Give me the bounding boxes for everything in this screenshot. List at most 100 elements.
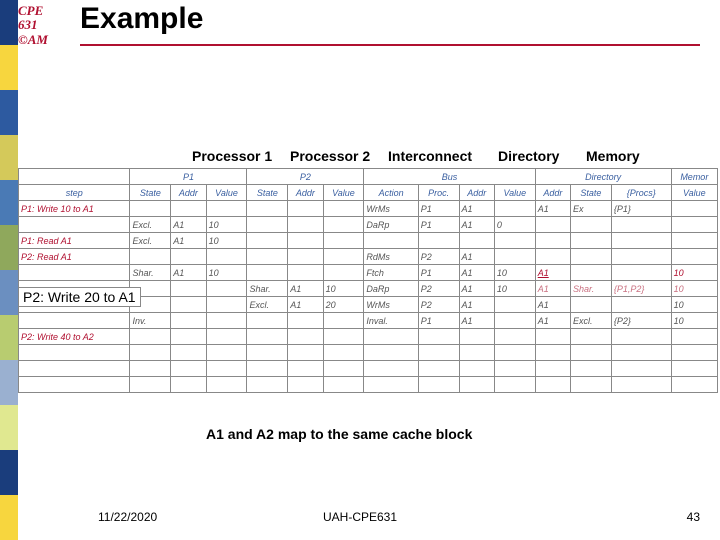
- cell-dstate: [571, 297, 612, 313]
- hdr-dir-procs: {Procs}: [611, 185, 671, 201]
- cell-p2s: [247, 361, 288, 377]
- hdr-dir: Directory: [535, 169, 671, 185]
- cell-baddr: A1: [459, 297, 494, 313]
- cell-p1s: [130, 201, 171, 217]
- cell-p1a: A1: [171, 217, 206, 233]
- cell-dprocs: [611, 377, 671, 393]
- cell-baddr: [459, 361, 494, 377]
- cell-p1s: [130, 329, 171, 345]
- cell-dprocs: [611, 233, 671, 249]
- logo-line2: 631: [18, 18, 48, 32]
- cell-step: P2: Read A1: [19, 249, 130, 265]
- cell-bact: Ftch: [364, 265, 418, 281]
- cell-p2v: 10: [323, 281, 364, 297]
- cell-p1s: [130, 249, 171, 265]
- cell-p2v: [323, 233, 364, 249]
- cell-p2a: [288, 329, 323, 345]
- cell-p2a: A1: [288, 281, 323, 297]
- col-label-p1: Processor 1: [192, 148, 290, 164]
- course-logo: CPE 631 ©AM: [18, 4, 48, 47]
- hdr-p2-value: Value: [323, 185, 364, 201]
- hdr-bus-proc: Proc.: [418, 185, 459, 201]
- title-underline: [80, 44, 700, 46]
- cell-p1a: [171, 377, 206, 393]
- cell-p1v: [206, 361, 247, 377]
- cell-p1a: [171, 313, 206, 329]
- cell-daddr: A1: [535, 297, 570, 313]
- cell-mval: [671, 345, 717, 361]
- cell-step: [19, 217, 130, 233]
- cell-step: [19, 265, 130, 281]
- cell-dprocs: [611, 217, 671, 233]
- cell-bval: 10: [494, 281, 535, 297]
- cell-p2v: [323, 201, 364, 217]
- cell-step: [19, 345, 130, 361]
- hdr-p2-addr: Addr: [288, 185, 323, 201]
- page-title: Example: [80, 2, 203, 36]
- cell-step: [19, 313, 130, 329]
- hdr-p1-value: Value: [206, 185, 247, 201]
- cell-mval: [671, 329, 717, 345]
- cell-step: P1: Write 10 to A1: [19, 201, 130, 217]
- hdr-p2: P2: [247, 169, 364, 185]
- cell-bact: WrMs: [364, 297, 418, 313]
- cell-bproc: [418, 377, 459, 393]
- hdr-p1-state: State: [130, 185, 171, 201]
- cell-p1v: [206, 297, 247, 313]
- cell-bval: [494, 201, 535, 217]
- cell-daddr: [535, 217, 570, 233]
- cell-bproc: P2: [418, 297, 459, 313]
- col-label-p2: Processor 2: [290, 148, 388, 164]
- cell-bact: [364, 377, 418, 393]
- hdr-bus-action: Action: [364, 185, 418, 201]
- cell-bact: [364, 329, 418, 345]
- cell-bval: [494, 377, 535, 393]
- cell-daddr: [535, 249, 570, 265]
- col-label-directory: Directory: [498, 148, 586, 164]
- footer-page-number: 43: [687, 510, 700, 524]
- cell-dstate: [571, 329, 612, 345]
- cell-dstate: Excl.: [571, 313, 612, 329]
- cache-block-note: A1 and A2 map to the same cache block: [206, 426, 472, 442]
- cell-p2s: Excl.: [247, 297, 288, 313]
- cell-baddr: [459, 377, 494, 393]
- cell-p1v: 10: [206, 217, 247, 233]
- cell-bact: RdMs: [364, 249, 418, 265]
- cell-bproc: [418, 361, 459, 377]
- cell-bval: [494, 345, 535, 361]
- table-row: P1: Read A1Excl.A110: [19, 233, 718, 249]
- cell-dprocs: [611, 329, 671, 345]
- cell-bproc: [418, 345, 459, 361]
- cell-p1a: [171, 281, 206, 297]
- cell-bact: DaRp: [364, 281, 418, 297]
- cell-bproc: P1: [418, 265, 459, 281]
- cell-p1v: [206, 313, 247, 329]
- cell-p1a: [171, 201, 206, 217]
- cell-bproc: P2: [418, 249, 459, 265]
- cell-p2a: A1: [288, 297, 323, 313]
- cell-p1v: 10: [206, 233, 247, 249]
- cell-bproc: P1: [418, 217, 459, 233]
- cell-p1v: [206, 281, 247, 297]
- overlay-step-annotation: P2: Write 20 to A1: [18, 287, 141, 307]
- table-row: [19, 361, 718, 377]
- cell-p2a: [288, 377, 323, 393]
- cell-p2a: [288, 217, 323, 233]
- cell-p2v: [323, 249, 364, 265]
- cell-p1v: [206, 249, 247, 265]
- hdr-mem-value: Value: [671, 185, 717, 201]
- cell-baddr: A1: [459, 265, 494, 281]
- cell-p2s: [247, 377, 288, 393]
- cell-bval: [494, 313, 535, 329]
- cell-daddr: [535, 345, 570, 361]
- cell-dstate: [571, 233, 612, 249]
- cell-step: P1: Read A1: [19, 233, 130, 249]
- cell-baddr: A1: [459, 249, 494, 265]
- cell-bproc: P1: [418, 313, 459, 329]
- cell-mval: [671, 361, 717, 377]
- cell-bval: [494, 297, 535, 313]
- cell-bproc: [418, 233, 459, 249]
- cell-dprocs: {P1,P2}: [611, 281, 671, 297]
- hdr-p1-addr: Addr: [171, 185, 206, 201]
- cell-mval: [671, 377, 717, 393]
